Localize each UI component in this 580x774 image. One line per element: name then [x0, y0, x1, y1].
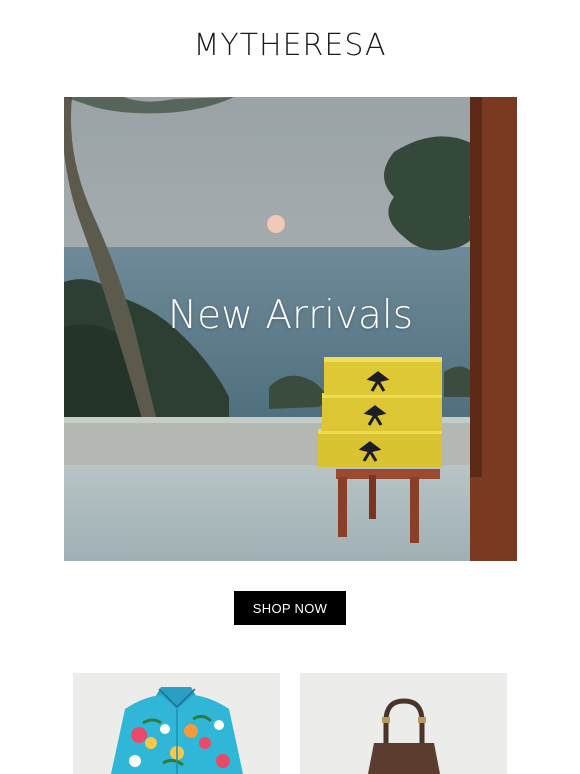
product-tile-bag[interactable] [300, 673, 507, 774]
hero-title: New Arrivals [167, 293, 414, 338]
floral-shirt-image [73, 673, 280, 774]
leather-bag-image [300, 673, 507, 774]
shop-now-button[interactable]: SHOP NOW [234, 591, 346, 625]
product-tile-shirt[interactable] [73, 673, 280, 774]
brand-logo[interactable]: MYTHERESA [0, 28, 580, 63]
hero-banner[interactable]: New Arrivals [64, 97, 517, 561]
